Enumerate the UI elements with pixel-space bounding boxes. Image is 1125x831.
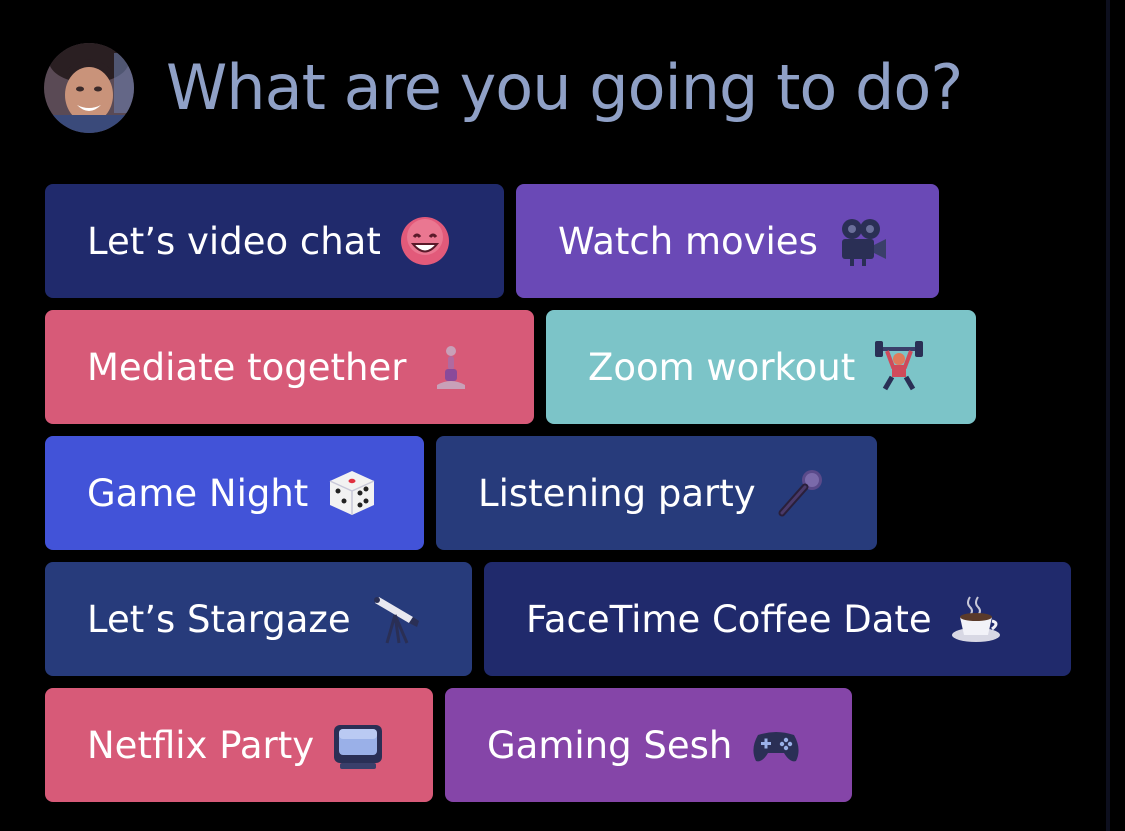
option-facetime-coffee-date[interactable]: FaceTime Coffee Date	[484, 562, 1071, 676]
person-in-lotus-position-icon	[425, 341, 477, 393]
option-label: Let’s video chat	[87, 219, 381, 263]
microphone-icon	[774, 467, 826, 519]
television-icon	[332, 719, 384, 771]
option-label: Game Night	[87, 471, 309, 515]
telescope-icon	[369, 593, 421, 645]
option-label: Gaming Sesh	[487, 723, 733, 767]
options-row-1: Let’s video chat Watch movies	[45, 184, 939, 298]
option-label: Let’s Stargaze	[87, 597, 351, 641]
options-row-2: Mediate together Zoom workout	[45, 310, 976, 424]
page-title: What are you going to do?	[166, 51, 963, 124]
movie-camera-icon	[836, 215, 888, 267]
avatar[interactable]	[44, 43, 134, 133]
prompt-header: What are you going to do?	[44, 43, 963, 133]
user-photo-icon	[44, 43, 134, 133]
option-mediate-together[interactable]: Mediate together	[45, 310, 534, 424]
option-video-chat[interactable]: Let’s video chat	[45, 184, 504, 298]
option-listening-party[interactable]: Listening party	[436, 436, 877, 550]
video-game-controller-icon	[750, 719, 802, 771]
game-die-icon	[326, 467, 378, 519]
option-zoom-workout[interactable]: Zoom workout	[546, 310, 976, 424]
option-label: Zoom workout	[588, 345, 856, 389]
grinning-face-icon	[399, 215, 451, 267]
option-label: Mediate together	[87, 345, 407, 389]
option-gaming-sesh[interactable]: Gaming Sesh	[445, 688, 852, 802]
option-label: Listening party	[478, 471, 756, 515]
hot-beverage-icon	[950, 593, 1002, 645]
options-row-4: Let’s Stargaze FaceTime Coffee Date	[45, 562, 1071, 676]
option-netflix-party[interactable]: Netflix Party	[45, 688, 433, 802]
option-watch-movies[interactable]: Watch movies	[516, 184, 939, 298]
option-stargaze[interactable]: Let’s Stargaze	[45, 562, 472, 676]
option-game-night[interactable]: Game Night	[45, 436, 424, 550]
option-label: Netflix Party	[87, 723, 315, 767]
options-row-5: Netflix Party Gaming Sesh	[45, 688, 852, 802]
option-label: Watch movies	[558, 219, 818, 263]
options-row-3: Game Night Listening party	[45, 436, 877, 550]
option-label: FaceTime Coffee Date	[526, 597, 932, 641]
weight-lifter-icon	[873, 341, 925, 393]
window-edge	[1106, 0, 1110, 831]
